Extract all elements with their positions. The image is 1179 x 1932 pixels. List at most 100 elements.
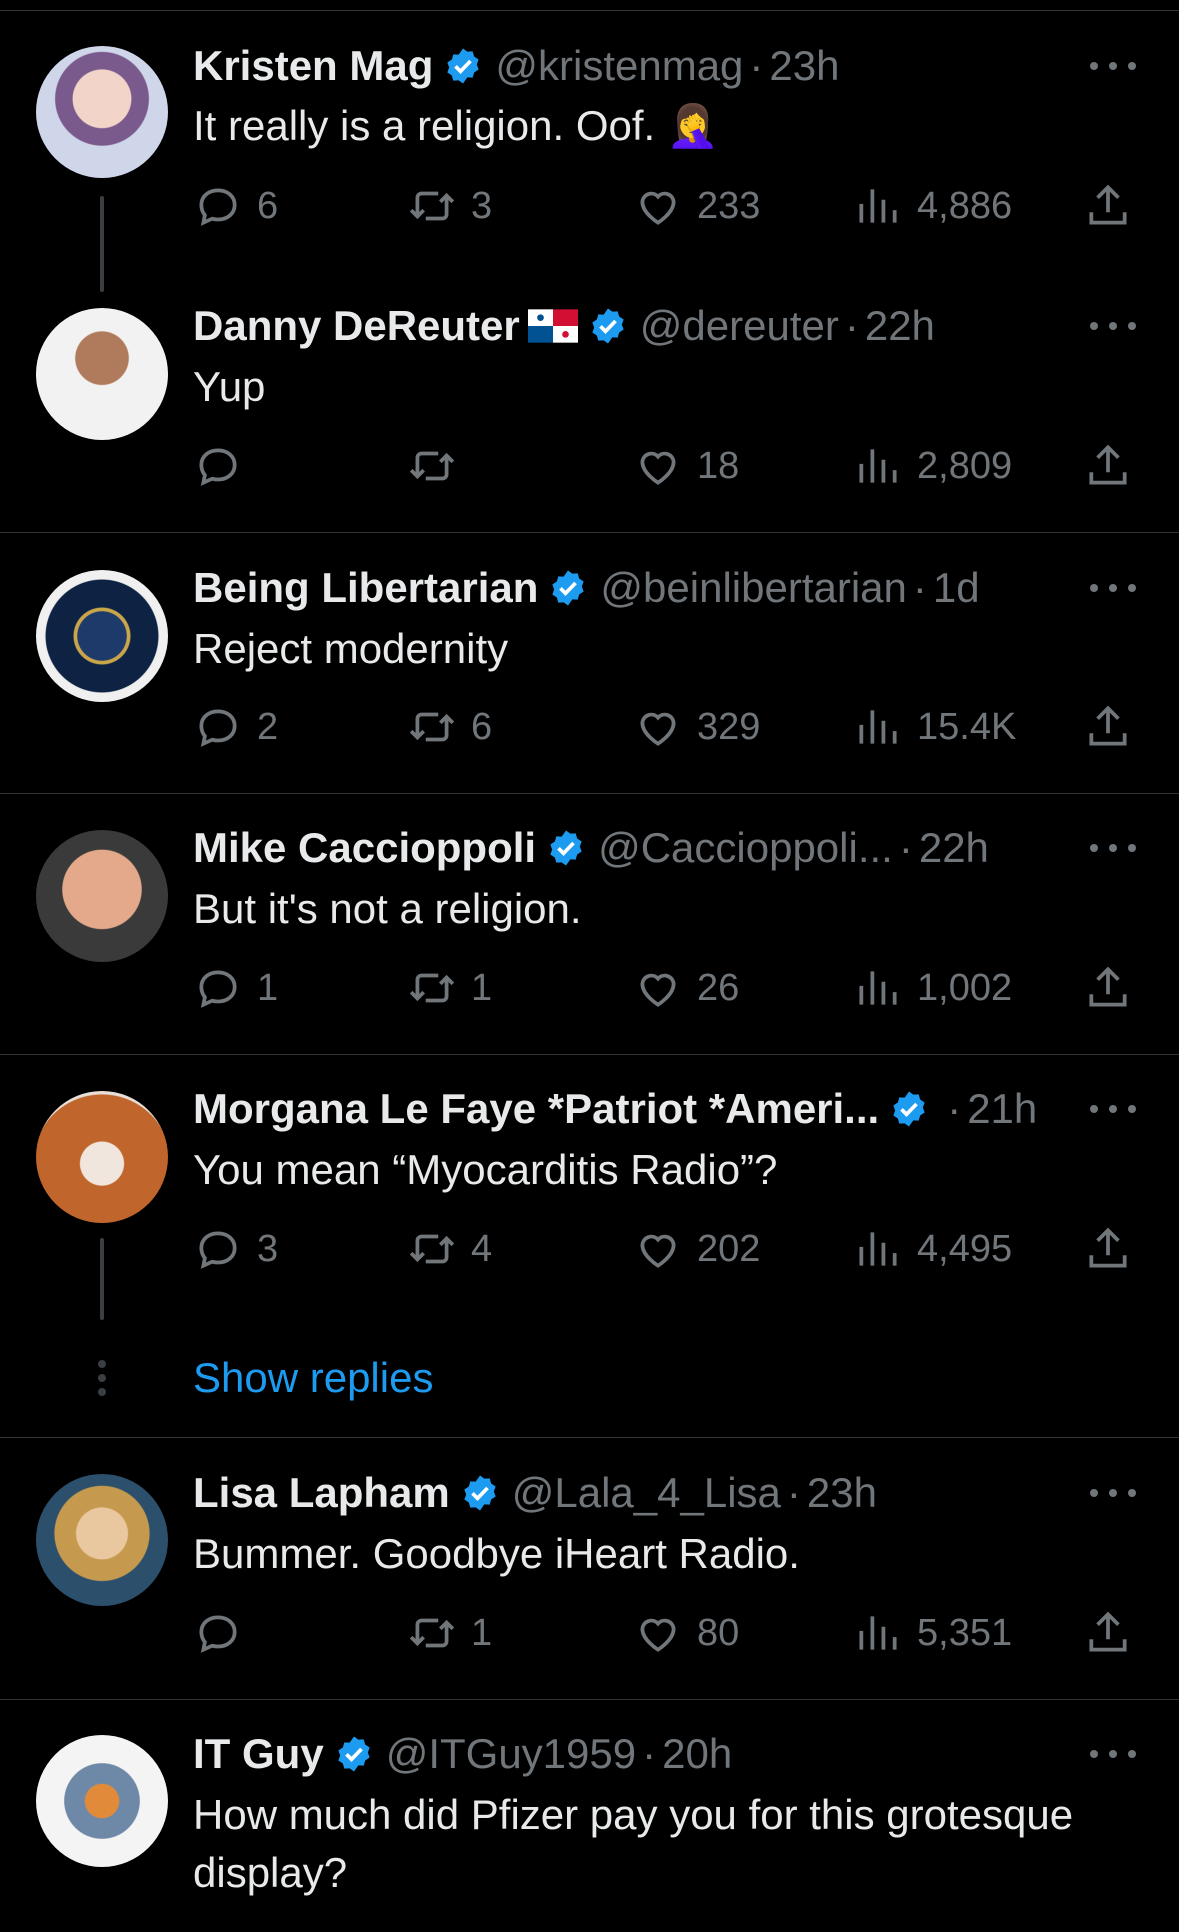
- reply-icon: [199, 970, 237, 1008]
- view-count: 4,886: [917, 184, 1013, 227]
- more-options-icon[interactable]: [1090, 820, 1136, 876]
- timestamp[interactable]: 20h: [662, 1730, 732, 1778]
- more-options-icon[interactable]: [1090, 1726, 1136, 1782]
- views-button[interactable]: 4,495: [853, 1221, 1012, 1277]
- share-button[interactable]: [1083, 1221, 1133, 1277]
- reply-button[interactable]: [193, 1605, 257, 1661]
- like-count: 18: [697, 444, 740, 487]
- author-name[interactable]: Kristen Mag: [193, 42, 433, 90]
- reply-button[interactable]: 6: [193, 178, 278, 234]
- more-options-icon[interactable]: [1090, 298, 1136, 354]
- tweet-actions: 1 1 26 1,002: [193, 960, 1143, 1016]
- like-button[interactable]: 80: [633, 1605, 739, 1661]
- author-name[interactable]: Lisa Lapham: [193, 1469, 450, 1517]
- retweet-button[interactable]: [407, 438, 471, 494]
- share-icon: [1089, 444, 1127, 485]
- timestamp[interactable]: 23h: [769, 42, 839, 90]
- share-icon: [1089, 1227, 1127, 1268]
- timestamp[interactable]: 23h: [807, 1469, 877, 1517]
- author-handle[interactable]: @ITGuy1959: [386, 1730, 636, 1778]
- like-button[interactable]: 233: [633, 178, 760, 234]
- more-options-icon[interactable]: [1090, 560, 1136, 616]
- author-name[interactable]: Morgana Le Faye *Patriot *Ameri...: [193, 1085, 879, 1133]
- retweet-button[interactable]: 1: [407, 1605, 492, 1661]
- author-name[interactable]: Being Libertarian: [193, 564, 538, 612]
- author-handle[interactable]: @beinlibertarian: [600, 564, 906, 612]
- retweet-button[interactable]: 3: [407, 178, 492, 234]
- separator-dot: ·: [844, 302, 859, 349]
- share-button[interactable]: [1083, 699, 1133, 755]
- author-handle[interactable]: @Caccioppoli...: [598, 824, 893, 872]
- thread-line: [100, 196, 104, 292]
- retweet-button[interactable]: 4: [407, 1221, 492, 1277]
- views-button[interactable]: 2,809: [853, 438, 1012, 494]
- tweet-actions: 6 3 233 4,886: [193, 178, 1143, 234]
- share-icon: [1089, 705, 1127, 746]
- share-icon: [1089, 966, 1127, 1007]
- separator-dot: ·: [642, 1730, 657, 1777]
- retweet-count: 1: [471, 966, 493, 1009]
- like-count: 233: [697, 184, 761, 227]
- timestamp[interactable]: 1d: [933, 564, 980, 612]
- more-options-icon[interactable]: [1090, 1465, 1136, 1521]
- avatar[interactable]: [36, 308, 168, 440]
- share-button[interactable]: [1083, 438, 1133, 494]
- retweet-icon: [409, 1618, 455, 1648]
- author-name[interactable]: Danny DeReuter: [193, 302, 520, 350]
- author-handle[interactable]: @kristenmag: [495, 42, 743, 90]
- like-count: 329: [697, 705, 761, 748]
- reply-icon: [199, 188, 237, 226]
- views-chart-icon: [859, 710, 897, 744]
- share-button[interactable]: [1083, 178, 1133, 234]
- views-button[interactable]: 5,351: [853, 1605, 1012, 1661]
- views-button[interactable]: 15.4K: [853, 699, 1016, 755]
- tweet-divider: [0, 793, 1179, 794]
- like-button[interactable]: 329: [633, 699, 760, 755]
- timestamp[interactable]: 22h: [865, 302, 935, 350]
- retweet-button[interactable]: 6: [407, 699, 492, 755]
- more-options-icon[interactable]: [1090, 38, 1136, 94]
- tweet-text: But it's not a religion.: [193, 885, 582, 932]
- like-button[interactable]: 26: [633, 960, 739, 1016]
- views-chart-icon: [859, 1232, 897, 1266]
- avatar[interactable]: [36, 570, 168, 702]
- views-chart-icon: [859, 1616, 897, 1650]
- tweet-actions: 18 2,809: [193, 438, 1143, 494]
- heart-icon: [640, 1234, 676, 1268]
- author-handle[interactable]: @dereuter: [640, 302, 839, 350]
- avatar[interactable]: [36, 1735, 168, 1867]
- avatar[interactable]: [36, 1474, 168, 1606]
- avatar[interactable]: [36, 830, 168, 962]
- tweet-text: You mean “Myocarditis Radio”?: [193, 1146, 778, 1193]
- timestamp[interactable]: 22h: [919, 824, 989, 872]
- tweet-divider: [0, 1054, 1179, 1055]
- reply-button[interactable]: 3: [193, 1221, 278, 1277]
- reply-button[interactable]: 2: [193, 699, 278, 755]
- retweet-button[interactable]: 1: [407, 960, 492, 1016]
- tweet-divider: [0, 1699, 1179, 1700]
- avatar[interactable]: [36, 1091, 168, 1223]
- verified-badge-icon: [464, 1475, 496, 1511]
- reply-button[interactable]: 1: [193, 960, 278, 1016]
- share-button[interactable]: [1083, 960, 1133, 1016]
- like-button[interactable]: 18: [633, 438, 739, 494]
- timestamp[interactable]: 21h: [967, 1085, 1037, 1133]
- view-count: 5,351: [917, 1611, 1013, 1654]
- panama-flag-icon: [527, 309, 578, 343]
- author-name[interactable]: Mike Caccioppoli: [193, 824, 536, 872]
- view-count: 1,002: [917, 966, 1013, 1009]
- more-options-icon[interactable]: [1090, 1081, 1136, 1137]
- top-divider: [0, 0, 1179, 11]
- reply-button[interactable]: [193, 438, 257, 494]
- author-name[interactable]: IT Guy: [193, 1730, 324, 1778]
- tweet-divider: [0, 532, 1179, 533]
- views-chart-icon: [859, 971, 897, 1005]
- author-handle[interactable]: @Lala_4_Lisa: [512, 1469, 781, 1517]
- like-button[interactable]: 202: [633, 1221, 760, 1277]
- views-button[interactable]: 1,002: [853, 960, 1012, 1016]
- show-replies-link[interactable]: Show replies: [193, 1354, 433, 1402]
- views-button[interactable]: 4,886: [853, 178, 1012, 234]
- share-button[interactable]: [1083, 1605, 1133, 1661]
- avatar[interactable]: [36, 46, 168, 178]
- separator-dot: ·: [912, 564, 927, 611]
